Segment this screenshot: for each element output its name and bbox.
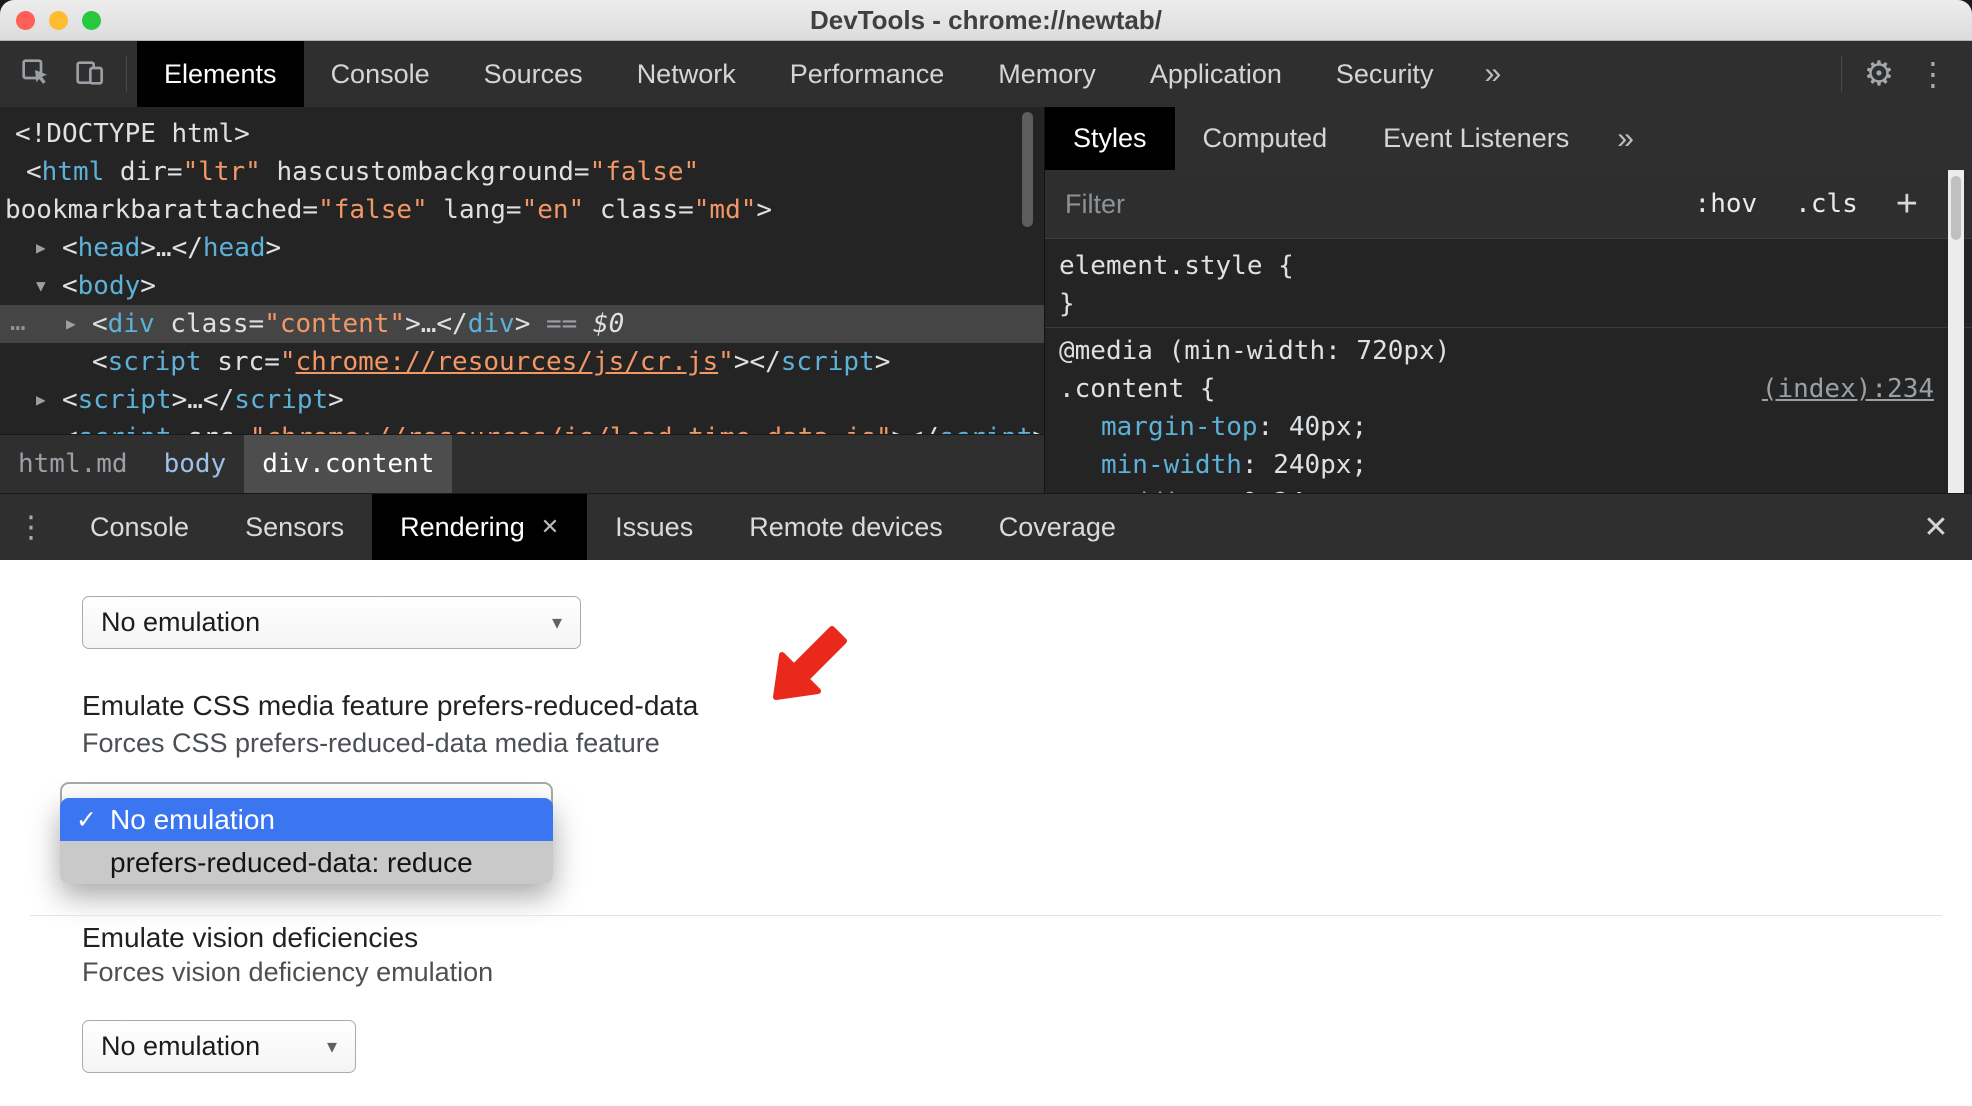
dom-tree-node[interactable]: ▶<script src="chrome://resources/js/load…	[0, 419, 1044, 434]
breadcrumb-div-content[interactable]: div.content	[244, 435, 453, 493]
pseudo-state-toggle[interactable]: :hov	[1695, 189, 1758, 219]
close-drawer-icon[interactable]: ✕	[1900, 494, 1972, 560]
twisty-closed-icon[interactable]: ▶	[36, 229, 46, 267]
menu-item-prefers-reduced-data-reduce[interactable]: prefers-reduced-data: reduce	[60, 841, 553, 884]
twisty-open-icon[interactable]: ▼	[36, 267, 46, 305]
emulation-select[interactable]: No emulation ▾	[82, 596, 581, 649]
drawer-tab-remote-devices[interactable]: Remote devices	[721, 494, 971, 560]
css-selector-line[interactable]: .content {(index):234	[1045, 370, 1972, 408]
styles-scrollbar-thumb[interactable]	[1951, 176, 1961, 240]
twisty-closed-icon[interactable]: ▶	[36, 381, 46, 419]
stylesheet-source-link[interactable]: (index):234	[1762, 370, 1934, 408]
drawer-tab-rendering[interactable]: Rendering ✕	[372, 494, 588, 560]
window-title: DevTools - chrome://newtab/	[809, 5, 1162, 35]
dom-tree: <!DOCTYPE html> <html dir="ltr" hascusto…	[0, 107, 1044, 434]
rule-divider	[1045, 327, 1972, 328]
kebab-menu-icon[interactable]: ⋮	[1917, 55, 1949, 93]
toolbar-divider	[126, 56, 127, 92]
rendering-panel: No emulation ▾ Emulate CSS media feature…	[0, 560, 1972, 1106]
dom-tree-node[interactable]: <!DOCTYPE html>	[0, 115, 1044, 153]
breadcrumb-body[interactable]: body	[146, 435, 245, 493]
minimize-window-button[interactable]	[49, 11, 68, 30]
element-class-toggle[interactable]: .cls	[1795, 189, 1858, 219]
tab-elements[interactable]: Elements	[137, 41, 304, 107]
drawer-tab-bar: ⋮ Console Sensors Rendering ✕ Issues Remo…	[0, 493, 1972, 560]
devtools-toolbar: Elements Console Sources Network Perform…	[0, 41, 1972, 107]
inspect-element-button[interactable]	[8, 41, 62, 107]
drawer-tab-sensors[interactable]: Sensors	[217, 494, 372, 560]
tab-network[interactable]: Network	[610, 41, 763, 107]
drawer-tab-issues[interactable]: Issues	[587, 494, 721, 560]
settings-gear-icon[interactable]: ⚙	[1864, 54, 1894, 94]
zoom-window-button[interactable]	[82, 11, 101, 30]
vision-description: Forces vision deficiency emulation	[82, 957, 494, 987]
breadcrumb: html.md body div.content	[0, 434, 1044, 493]
titlebar: DevTools - chrome://newtab/	[0, 0, 1972, 41]
toolbar-left-icons	[0, 41, 137, 107]
breadcrumb-html[interactable]: html.md	[0, 435, 146, 493]
drawer-menu-icon[interactable]: ⋮	[0, 494, 62, 560]
more-sidebar-tabs-icon[interactable]: »	[1597, 107, 1654, 170]
styles-filter-input[interactable]	[1065, 188, 1545, 220]
chevron-down-icon: ▾	[326, 1036, 337, 1058]
styles-rules: element.style { } @media (min-width: 720…	[1045, 239, 1972, 493]
styles-filter-bar: :hov .cls +	[1045, 170, 1972, 239]
dom-tree-node[interactable]: ▶ <script>…</script>	[0, 381, 1044, 419]
styles-scrollbar-track[interactable]	[1948, 170, 1964, 493]
css-property-line[interactable]: min-width: 240px;	[1045, 446, 1972, 484]
dom-tree-node[interactable]: <script src="chrome://resources/js/cr.js…	[0, 343, 1044, 381]
panel-tabstrip: Elements Console Sources Network Perform…	[137, 41, 1525, 107]
dom-tree-node-selected[interactable]: … ▶ <div class="content">…</div> == $0	[0, 305, 1044, 343]
toolbar-right-icons: ⚙ ⋮	[1831, 41, 1972, 107]
media-query-header[interactable]: @media (min-width: 720px)	[1045, 332, 1972, 370]
styles-sidebar: Styles Computed Event Listeners » :hov .…	[1045, 107, 1972, 493]
vision-title: Emulate vision deficiencies	[82, 922, 419, 953]
inspect-cursor-icon	[19, 56, 51, 93]
section-divider	[30, 915, 1942, 916]
device-toolbar-button[interactable]	[62, 41, 116, 107]
reduced-data-description: Forces CSS prefers-reduced-data media fe…	[82, 728, 660, 758]
elements-scrollbar-thumb[interactable]	[1022, 112, 1033, 227]
close-window-button[interactable]	[16, 11, 35, 30]
check-icon: ✓	[76, 805, 97, 834]
dom-tree-node[interactable]: ▼ <body>	[0, 267, 1044, 305]
menu-item-no-emulation[interactable]: ✓ No emulation	[60, 798, 553, 841]
element-style-rule[interactable]: }	[1045, 285, 1972, 323]
tab-event-listeners[interactable]: Event Listeners	[1355, 107, 1597, 170]
twisty-closed-icon[interactable]: ▶	[66, 305, 76, 343]
close-rendering-tab-icon[interactable]: ✕	[541, 514, 559, 540]
chevron-down-icon: ▾	[551, 612, 562, 634]
css-property-line[interactable]: margin-top: 40px;	[1045, 408, 1972, 446]
window-controls	[16, 11, 101, 30]
dom-tree-node[interactable]: ▶ <head>…</head>	[0, 229, 1044, 267]
overflow-dots-icon[interactable]: …	[10, 305, 28, 339]
tab-performance[interactable]: Performance	[763, 41, 972, 107]
reduced-data-title: Emulate CSS media feature prefers-reduce…	[82, 690, 699, 721]
element-style-rule[interactable]: element.style {	[1045, 247, 1972, 285]
more-panels-icon[interactable]: »	[1460, 41, 1525, 107]
tab-memory[interactable]: Memory	[971, 41, 1123, 107]
twisty-closed-icon[interactable]: ▶	[36, 419, 46, 434]
vision-deficiency-select[interactable]: No emulation ▾	[82, 1020, 356, 1073]
tab-console[interactable]: Console	[304, 41, 457, 107]
devtools-window: DevTools - chrome://newtab/ Elements Con…	[0, 0, 1972, 1106]
tab-application[interactable]: Application	[1123, 41, 1309, 107]
tab-security[interactable]: Security	[1309, 41, 1461, 107]
tab-sources[interactable]: Sources	[457, 41, 610, 107]
new-style-rule-button[interactable]: +	[1896, 183, 1918, 226]
drawer-tab-coverage[interactable]: Coverage	[971, 494, 1144, 560]
tab-computed[interactable]: Computed	[1175, 107, 1356, 170]
css-property-line[interactable]: padding: 0 24px;	[1045, 484, 1972, 493]
toolbar-divider	[1841, 56, 1842, 92]
dom-tree-node[interactable]: <html dir="ltr" hascustombackground="fal…	[0, 153, 1044, 191]
dropdown-menu: ✓ No emulation prefers-reduced-data: red…	[60, 798, 553, 884]
tab-styles[interactable]: Styles	[1045, 107, 1175, 170]
elements-panel: <!DOCTYPE html> <html dir="ltr" hascusto…	[0, 107, 1044, 434]
dom-tree-node[interactable]: bookmarkbarattached="false" lang="en" cl…	[0, 191, 1044, 229]
red-arrow-annotation	[706, 602, 866, 727]
device-toolbar-icon	[73, 56, 105, 93]
drawer-tab-console[interactable]: Console	[62, 494, 217, 560]
styles-tabstrip: Styles Computed Event Listeners »	[1045, 107, 1972, 170]
